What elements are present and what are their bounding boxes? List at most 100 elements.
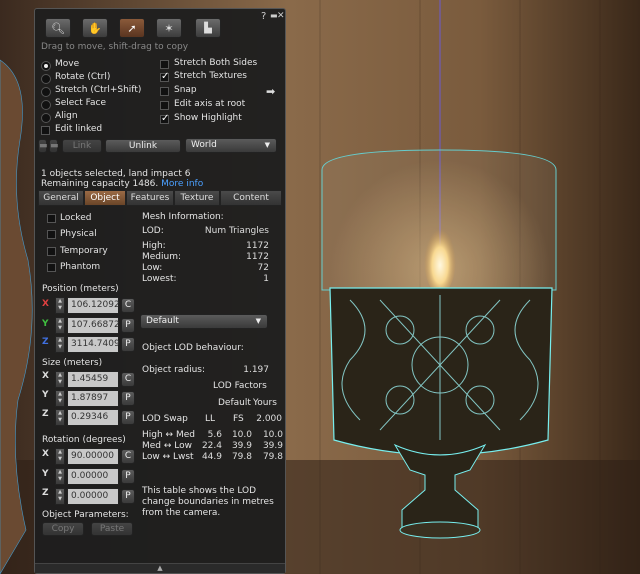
size-x-axis: X [42, 371, 49, 381]
lod-table-note: This table shows the LOD change boundari… [142, 486, 274, 518]
paste-size-z-button[interactable]: P [121, 410, 135, 425]
size-x-spinner[interactable]: ▲ ▼ [55, 371, 65, 388]
tab-features[interactable]: Features [126, 190, 174, 206]
land-tool-button[interactable]: ▙ [195, 18, 221, 38]
edit-linked-label: Edit linked [55, 124, 103, 134]
phantom-checkbox[interactable] [47, 263, 56, 272]
edit-axis-root-checkbox[interactable] [160, 101, 169, 110]
size-z-field[interactable]: 0.29346 [67, 409, 119, 426]
stretch-textures-checkbox[interactable] [160, 71, 169, 82]
mode-align-radio[interactable] [41, 113, 51, 123]
params-paste-button[interactable]: Paste [91, 522, 133, 536]
tab-object[interactable]: Object [84, 190, 126, 206]
magnifier-icon: 🔍︎ [51, 21, 65, 35]
link-right-icon[interactable]: ▬ [49, 139, 59, 153]
move-tool-button[interactable]: ✋ [82, 18, 108, 38]
copy-rotation-button[interactable]: C [121, 449, 135, 464]
tab-general[interactable]: General [38, 190, 84, 206]
rotation-z-field[interactable]: 0.00000 [67, 488, 119, 505]
lod-behaviour-label: Object LOD behaviour: [142, 343, 244, 353]
lod-lowest-value: 1 [263, 274, 269, 284]
rotation-x-spinner[interactable]: ▲ ▼ [55, 448, 65, 465]
snap-label: Snap [174, 85, 197, 95]
rotation-y-field[interactable]: 0.00000 [67, 468, 119, 485]
temporary-checkbox[interactable] [47, 247, 56, 256]
position-y-field[interactable]: 107.66872 [67, 317, 120, 334]
mode-rotate-radio[interactable] [41, 74, 51, 84]
show-highlight-checkbox[interactable] [160, 113, 169, 124]
close-button[interactable]: ✕ [277, 11, 285, 21]
position-y-spinner[interactable]: ▲ ▼ [55, 317, 65, 334]
copy-size-button[interactable]: C [121, 372, 135, 387]
mode-select-face-radio[interactable] [41, 100, 51, 110]
rotation-z-spinner[interactable]: ▲ ▼ [55, 488, 65, 505]
paste-rotation-button[interactable]: P [121, 469, 135, 484]
position-z-spinner[interactable]: ▲ ▼ [55, 336, 65, 353]
position-label: Position (meters) [42, 284, 119, 294]
paste-rotation-z-button[interactable]: P [121, 489, 135, 504]
rotation-label: Rotation (degrees) [42, 435, 126, 445]
paste-position-button[interactable]: P [121, 318, 135, 333]
lod-swap-value: 2.000 [256, 414, 282, 424]
size-y-field[interactable]: 1.87897 [67, 390, 119, 407]
position-x-spinner[interactable]: ▲ ▼ [55, 297, 65, 314]
lod-medium-value: 1172 [246, 252, 269, 262]
expand-chevron-up-icon[interactable]: ▲ [35, 563, 285, 573]
col-default-header: Default [218, 398, 251, 408]
ruler-mode-select[interactable]: World ▼ [185, 138, 277, 153]
hand-icon: ✋ [88, 21, 102, 35]
swap-row-label: High ↔ Med [142, 430, 195, 440]
rotation-x-field[interactable]: 90.00000 [67, 448, 119, 465]
paste-position-z-button[interactable]: P [121, 337, 135, 352]
paste-size-button[interactable]: P [121, 391, 135, 406]
params-copy-button[interactable]: Copy [42, 522, 84, 536]
rotation-x-axis: X [42, 449, 49, 459]
bulldozer-icon: ▙ [204, 22, 212, 34]
create-tool-button[interactable]: ✶ [156, 18, 182, 38]
lod-lowest-label: Lowest: [142, 274, 177, 284]
stretch-textures-label: Stretch Textures [174, 71, 247, 81]
drag-hint: Drag to move, shift-drag to copy [41, 42, 189, 52]
lod-swap-label: LOD Swap [142, 414, 188, 424]
help-button[interactable]: ? [261, 11, 266, 22]
object-radius-label: Object radius: [142, 365, 206, 375]
position-x-field[interactable]: 106.12092 [67, 297, 120, 314]
edit-linked-checkbox[interactable] [41, 126, 50, 135]
size-x-field[interactable]: 1.45459 [67, 371, 119, 388]
snap-options-arrow-icon[interactable]: ➡ [266, 85, 275, 98]
col-yours-header: Yours [253, 398, 277, 408]
remaining-capacity: Remaining capacity 1486. More info [41, 179, 203, 189]
mode-rotate-label: Rotate (Ctrl) [55, 72, 111, 82]
remaining-capacity-text: Remaining capacity 1486. [41, 179, 159, 189]
copy-position-button[interactable]: C [121, 298, 135, 313]
stretch-both-sides-checkbox[interactable] [160, 60, 169, 69]
triangles-header: Num Triangles [204, 226, 269, 236]
link-button[interactable]: Link [62, 139, 102, 153]
size-z-axis: Z [42, 409, 49, 419]
edit-tool-button[interactable]: ➚ [119, 18, 145, 38]
locked-checkbox[interactable] [47, 214, 56, 223]
swap-row-ll: 5.6 [207, 430, 222, 440]
size-z-spinner[interactable]: ▲ ▼ [55, 409, 65, 426]
position-x-axis: X [42, 299, 49, 309]
unlink-button[interactable]: Unlink [105, 139, 181, 153]
tab-content[interactable]: Content [220, 190, 282, 206]
size-y-spinner[interactable]: ▲ ▼ [55, 390, 65, 407]
mode-move-radio[interactable] [41, 61, 51, 71]
position-y-axis: Y [42, 319, 49, 329]
edit-axis-root-label: Edit axis at root [174, 99, 246, 109]
tab-texture[interactable]: Texture [174, 190, 220, 206]
swap-row-yours: 79.8 [262, 452, 283, 462]
more-info-link[interactable]: More info [161, 179, 203, 189]
lod-behaviour-select[interactable]: Default ▼ [140, 314, 268, 329]
physical-checkbox[interactable] [47, 230, 56, 239]
snap-checkbox[interactable] [160, 87, 169, 96]
mode-stretch-radio[interactable] [41, 87, 51, 97]
magic-wand-icon: ✶ [164, 21, 174, 35]
rotation-y-spinner[interactable]: ▲ ▼ [55, 468, 65, 485]
locked-label: Locked [60, 213, 92, 223]
link-left-icon[interactable]: ▬ [38, 139, 48, 153]
size-y-axis: Y [42, 390, 49, 400]
position-z-field[interactable]: 3114.7409 [67, 336, 120, 353]
focus-tool-button[interactable]: 🔍︎ [45, 18, 71, 38]
